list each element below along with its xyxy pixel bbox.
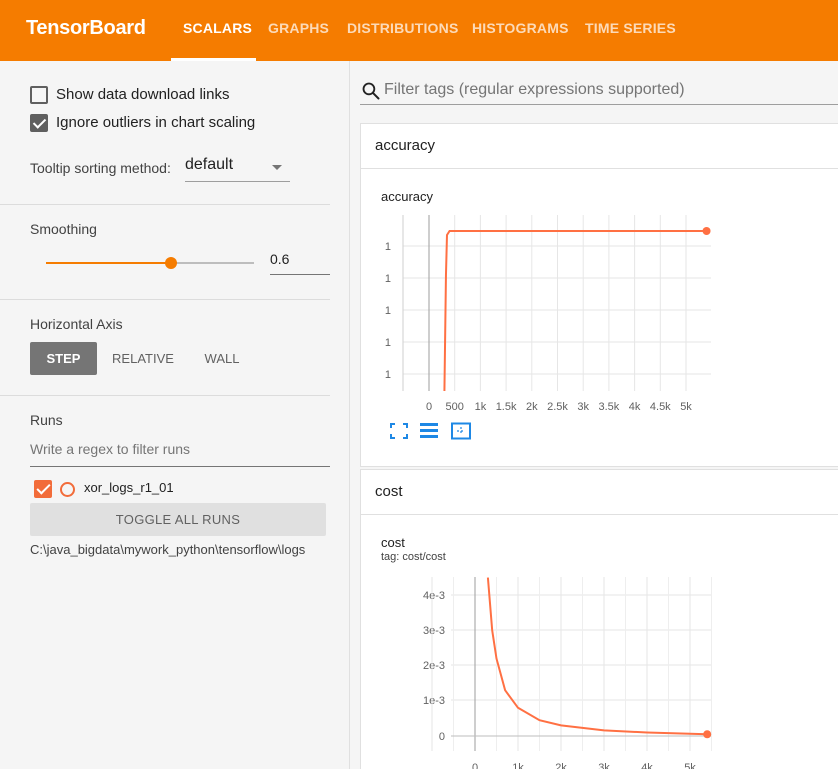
x-tick-label: 4k (641, 762, 653, 769)
tooltip-sort-select[interactable]: default (185, 156, 290, 182)
sidebar: Show data download links Ignore outliers… (0, 61, 350, 769)
y-tick-label: 0 (439, 731, 445, 743)
run-color-indicator[interactable] (60, 482, 75, 497)
x-tick-label: 4k (629, 401, 641, 413)
y-tick-label: 1 (385, 273, 391, 285)
chart-title: cost (381, 535, 405, 550)
tooltip-sort-label: Tooltip sorting method: (30, 160, 171, 176)
x-tick-label: 2k (555, 762, 567, 769)
x-tick-label: 5k (684, 762, 696, 769)
runs-label: Runs (30, 412, 63, 428)
x-tick-label: 500 (446, 401, 464, 413)
y-tick-label: 2e-3 (423, 660, 445, 672)
y-tick-label: 1e-3 (423, 695, 445, 707)
top-app-bar: TensorBoard SCALARS GRAPHS DISTRIBUTIONS… (0, 0, 838, 61)
search-icon (362, 82, 380, 100)
tab-graphs[interactable]: GRAPHS (268, 20, 329, 36)
section-divider (0, 395, 330, 396)
x-tick-label: 1k (512, 762, 524, 769)
axis-step-button[interactable]: STEP (30, 342, 97, 375)
x-tick-label: 1.5k (496, 401, 517, 413)
smoothing-label: Smoothing (30, 221, 97, 237)
y-tick-label: 1 (385, 241, 391, 253)
ignore-outliers-checkbox[interactable] (30, 114, 48, 132)
smoothing-input[interactable]: 0.6 (270, 251, 330, 275)
section-divider (0, 204, 330, 205)
fit-domain-icon[interactable] (450, 422, 472, 440)
chart-title: accuracy (381, 189, 434, 204)
x-tick-label: 4.5k (650, 401, 671, 413)
log-directory: C:\java_bigdata\mywork_python\tensorflow… (30, 542, 306, 557)
card-header-cost[interactable]: cost (360, 469, 838, 515)
tab-distributions[interactable]: DISTRIBUTIONS (347, 20, 459, 36)
card-header-accuracy[interactable]: accuracy (360, 123, 838, 169)
show-download-links-checkbox[interactable] (30, 86, 48, 104)
tag-filter[interactable]: Filter tags (regular expressions support… (360, 79, 838, 105)
chart-card-cost: cost tag: cost/cost 4e-3 3e-3 2e-3 1e-3 0 0 1k… (360, 515, 838, 769)
run-name[interactable]: xor_logs_r1_01 (84, 480, 174, 495)
x-tick-label: 2k (526, 401, 538, 413)
chart-card-accuracy: accuracy 1 1 1 1 1 0 500 1k 1.5k 2k 2.5k 3k 3.5k 4k 4.… (360, 169, 838, 467)
toggle-all-runs-button[interactable]: TOGGLE ALL RUNS (30, 503, 326, 536)
tab-time-series[interactable]: TIME SERIES (585, 20, 676, 36)
card-title: accuracy (375, 137, 436, 154)
x-tick-label: 1k (475, 401, 487, 413)
tab-histograms[interactable]: HISTOGRAMS (472, 20, 569, 36)
tooltip-sort-value: default (185, 156, 234, 173)
dropdown-arrow-icon (272, 165, 282, 170)
y-tick-label: 1 (385, 305, 391, 317)
horizontal-axis-label: Horizontal Axis (30, 316, 123, 332)
tag-filter-placeholder: Filter tags (regular expressions support… (384, 81, 685, 98)
x-tick-label: 3k (577, 401, 589, 413)
x-tick-label: 0 (472, 762, 478, 769)
series-line (486, 577, 708, 736)
smoothing-slider-fill (46, 262, 171, 264)
accuracy-chart[interactable]: 1 1 1 1 1 0 500 1k 1.5k 2k 2.5k 3k 3.5k 4k 4.5k 5k (361, 209, 721, 419)
run-checkbox[interactable] (34, 480, 52, 498)
run-filter-input[interactable]: Write a regex to filter runs (30, 441, 330, 467)
series-end-point (703, 730, 712, 739)
tab-scalars[interactable]: SCALARS (183, 20, 252, 36)
card-title: cost (375, 483, 403, 500)
cost-chart[interactable]: 4e-3 3e-3 2e-3 1e-3 0 0 1k 2k 3k 4k 5k (361, 571, 721, 769)
y-tick-label: 3e-3 (423, 625, 445, 637)
smoothing-slider-thumb[interactable] (165, 257, 177, 269)
section-divider (0, 299, 330, 300)
y-tick-label: 1 (385, 337, 391, 349)
fullscreen-icon[interactable] (388, 422, 410, 440)
axis-relative-button[interactable]: RELATIVE (107, 342, 179, 375)
series-line (443, 230, 707, 392)
x-tick-label: 5k (680, 401, 692, 413)
chart-tag: tag: cost/cost (381, 551, 446, 563)
y-log-scale-icon[interactable] (418, 422, 440, 440)
show-download-links-label[interactable]: Show data download links (56, 86, 229, 103)
app-brand[interactable]: TensorBoard (26, 17, 146, 40)
x-tick-label: 0 (426, 401, 432, 413)
x-tick-label: 2.5k (547, 401, 568, 413)
x-tick-label: 3.5k (599, 401, 620, 413)
y-tick-label: 1 (385, 369, 391, 381)
series-end-point (702, 227, 711, 235)
ignore-outliers-label[interactable]: Ignore outliers in chart scaling (56, 114, 255, 131)
x-tick-label: 3k (598, 762, 610, 769)
axis-wall-button[interactable]: WALL (192, 342, 252, 375)
y-tick-label: 4e-3 (423, 590, 445, 602)
